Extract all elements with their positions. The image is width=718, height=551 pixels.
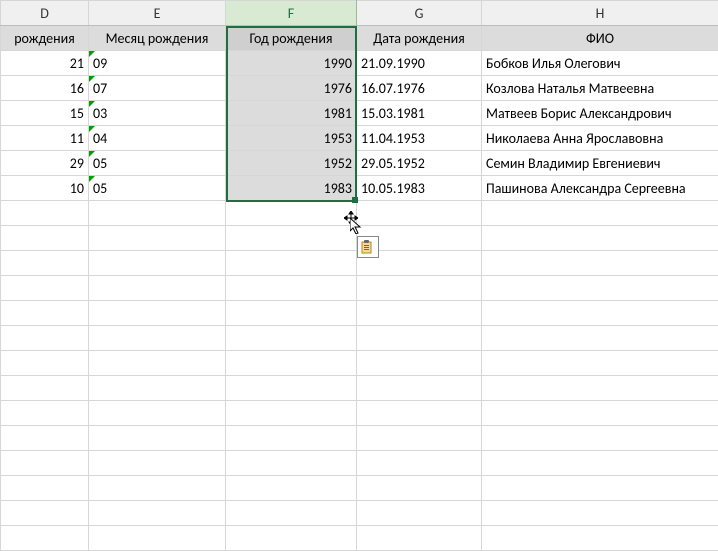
header-h[interactable]: ФИО: [482, 26, 718, 51]
paste-options-icon: [360, 239, 376, 255]
table-row: 29 05 1952 29.05.1952 Семин Владимир Евг…: [1, 151, 718, 176]
col-header-d[interactable]: D: [1, 1, 89, 26]
cell-h[interactable]: Пашинова Александра Сергеевна: [482, 176, 718, 201]
header-e[interactable]: Месяц рождения: [89, 26, 226, 51]
cell-e[interactable]: [89, 201, 226, 226]
cell-g[interactable]: 15.03.1981: [357, 101, 482, 126]
header-g[interactable]: Дата рождения: [357, 26, 482, 51]
cell-d[interactable]: 10: [1, 176, 89, 201]
cell-f[interactable]: 1981: [226, 101, 357, 126]
cell-f[interactable]: [226, 201, 357, 226]
cell-e[interactable]: 05: [89, 151, 226, 176]
data-header-row: рождения Месяц рождения Год рождения Дат…: [1, 26, 718, 51]
paste-options-button[interactable]: [357, 236, 379, 258]
cell-g[interactable]: [357, 201, 482, 226]
cell-h[interactable]: Козлова Наталья Матвеевна: [482, 76, 718, 101]
header-f[interactable]: Год рождения: [226, 26, 357, 51]
cell-g[interactable]: 10.05.1983: [357, 176, 482, 201]
cell-f[interactable]: 1976: [226, 76, 357, 101]
col-header-f[interactable]: F: [226, 1, 357, 26]
cell-g[interactable]: 11.04.1953: [357, 126, 482, 151]
table-row: 11 04 1953 11.04.1953 Николаева Анна Яро…: [1, 126, 718, 151]
cell-e[interactable]: 04: [89, 126, 226, 151]
col-header-e[interactable]: E: [89, 1, 226, 26]
cell-g[interactable]: 16.07.1976: [357, 76, 482, 101]
cell-f[interactable]: 1983: [226, 176, 357, 201]
col-header-g[interactable]: G: [357, 1, 482, 26]
cell-g[interactable]: 21.09.1990: [357, 51, 482, 76]
cell-e[interactable]: 09: [89, 51, 226, 76]
header-d[interactable]: рождения: [1, 26, 89, 51]
cell-h[interactable]: Николаева Анна Ярославовна: [482, 126, 718, 151]
table-row: 15 03 1981 15.03.1981 Матвеев Борис Алек…: [1, 101, 718, 126]
cell-h[interactable]: Бобков Илья Олегович: [482, 51, 718, 76]
table-row: 21 09 1990 21.09.1990 Бобков Илья Олегов…: [1, 51, 718, 76]
table-row: 10 05 1983 10.05.1983 Пашинова Александр…: [1, 176, 718, 201]
cell-h[interactable]: [482, 201, 718, 226]
spreadsheet-grid[interactable]: D E F G H рождения Месяц рождения Год ро…: [0, 0, 718, 551]
cell-d[interactable]: [1, 201, 89, 226]
cell-f[interactable]: 1952: [226, 151, 357, 176]
cell-g[interactable]: 29.05.1952: [357, 151, 482, 176]
cell-e[interactable]: 03: [89, 101, 226, 126]
cell-d[interactable]: 29: [1, 151, 89, 176]
cell-d[interactable]: 21: [1, 51, 89, 76]
cell-h[interactable]: Семин Владимир Евгениевич: [482, 151, 718, 176]
col-header-h[interactable]: H: [482, 1, 718, 26]
table-row: 16 07 1976 16.07.1976 Козлова Наталья Ма…: [1, 76, 718, 101]
cell-d[interactable]: 16: [1, 76, 89, 101]
cell-e[interactable]: 05: [89, 176, 226, 201]
column-header-row: D E F G H: [1, 1, 718, 26]
cell-f[interactable]: 1953: [226, 126, 357, 151]
cell-d[interactable]: 15: [1, 101, 89, 126]
cell-h[interactable]: Матвеев Борис Александрович: [482, 101, 718, 126]
table-row: [1, 201, 718, 226]
cell-d[interactable]: 11: [1, 126, 89, 151]
cell-f[interactable]: 1990: [226, 51, 357, 76]
cell-e[interactable]: 07: [89, 76, 226, 101]
